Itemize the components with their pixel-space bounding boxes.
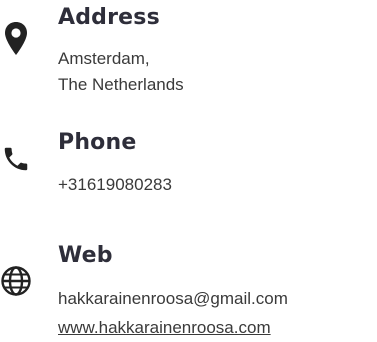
address-line-city: Amsterdam, xyxy=(58,49,150,68)
email-address[interactable]: hakkarainenroosa@gmail.com xyxy=(58,288,288,310)
phone-number[interactable]: +31619080283 xyxy=(58,174,172,196)
address-section: Address Amsterdam, The Netherlands xyxy=(0,0,377,110)
globe-icon xyxy=(1,266,31,296)
address-heading: Address xyxy=(58,5,160,30)
map-pin-icon xyxy=(5,22,27,55)
phone-section: Phone +31619080283 xyxy=(0,125,377,205)
web-section: Web hakkarainenroosa@gmail.com www.hakka… xyxy=(0,240,377,342)
phone-heading: Phone xyxy=(58,130,137,155)
website-link[interactable]: www.hakkarainenroosa.com xyxy=(58,317,271,339)
web-heading: Web xyxy=(58,243,113,268)
address-line-country: The Netherlands xyxy=(58,75,184,94)
phone-icon xyxy=(4,147,28,171)
website-link-text[interactable]: www.hakkarainenroosa.com xyxy=(58,318,271,337)
